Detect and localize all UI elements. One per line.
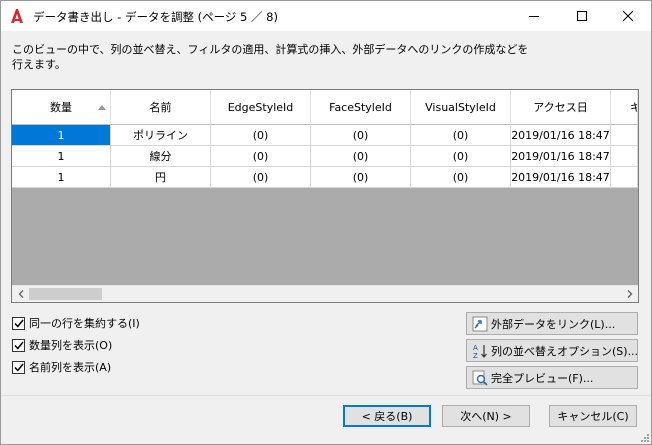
scroll-thumb[interactable] bbox=[29, 288, 102, 300]
svg-text:Z: Z bbox=[473, 352, 478, 359]
back-button[interactable]: < 戻る(B) bbox=[343, 405, 431, 427]
table-cell[interactable] bbox=[611, 167, 638, 188]
button-label: 外部データをリンク(L)... bbox=[491, 317, 616, 331]
sort-az-icon: A Z bbox=[473, 344, 487, 359]
table-cell[interactable]: 線分 bbox=[111, 146, 211, 167]
close-button[interactable] bbox=[605, 1, 651, 31]
checkmark-icon bbox=[13, 319, 24, 328]
window-title: データ書き出し - データを調整 (ページ 5 ／ 8) bbox=[33, 10, 278, 24]
resize-grip-icon[interactable] bbox=[639, 432, 649, 442]
table-cell[interactable]: (0) bbox=[211, 146, 311, 167]
data-grid[interactable]: 数量 名前 EdgeStyleId FaceStyleId VisualStyl… bbox=[11, 89, 639, 303]
sort-options-button[interactable]: A Z 列の並べ替えオプション(S)... bbox=[466, 339, 638, 362]
column-header-facestyleid[interactable]: FaceStyleId bbox=[311, 90, 411, 125]
table-cell[interactable]: (0) bbox=[411, 146, 511, 167]
link-external-data-button[interactable]: 外部データをリンク(L)... bbox=[466, 312, 638, 335]
column-header-label: キ bbox=[630, 99, 637, 115]
minimize-icon bbox=[529, 16, 539, 17]
table-cell[interactable]: 2019/01/16 18:47 bbox=[511, 125, 611, 146]
grid-header: 数量 名前 EdgeStyleId FaceStyleId VisualStyl… bbox=[12, 90, 638, 125]
maximize-icon bbox=[577, 11, 587, 21]
table-cell[interactable]: ポリライン bbox=[111, 125, 211, 146]
table-row[interactable]: 1 円 (0) (0) (0) 2019/01/16 18:47 bbox=[12, 167, 638, 188]
table-cell[interactable]: (0) bbox=[311, 125, 411, 146]
table-cell[interactable]: 2019/01/16 18:47 bbox=[511, 146, 611, 167]
button-label: キャンセル(C) bbox=[557, 410, 629, 423]
table-cell[interactable]: (0) bbox=[211, 125, 311, 146]
footer-divider bbox=[1, 395, 651, 396]
maximize-button[interactable] bbox=[559, 1, 605, 31]
next-button[interactable]: 次へ(N) > bbox=[442, 405, 530, 427]
data-extraction-dialog: データ書き出し - データを調整 (ページ 5 ／ 8) このビューの中で、列の… bbox=[0, 0, 652, 445]
table-cell[interactable]: (0) bbox=[311, 146, 411, 167]
button-label: 次へ(N) > bbox=[460, 410, 512, 423]
checkbox-box[interactable] bbox=[12, 338, 25, 352]
column-header-label: FaceStyleId bbox=[329, 100, 392, 114]
column-header-name[interactable]: 名前 bbox=[111, 90, 211, 125]
chevron-left-icon bbox=[18, 290, 23, 298]
column-header-label: 名前 bbox=[149, 101, 172, 114]
table-cell[interactable] bbox=[611, 125, 638, 146]
link-data-icon bbox=[472, 316, 488, 331]
table-cell[interactable]: 2019/01/16 18:47 bbox=[511, 167, 611, 188]
button-label: 完全プレビュー(F)... bbox=[491, 371, 594, 385]
table-cell[interactable]: 円 bbox=[111, 167, 211, 188]
column-header-label: VisualStyleId bbox=[425, 100, 496, 114]
table-cell[interactable]: 1 bbox=[12, 146, 111, 167]
table-cell[interactable]: 1 bbox=[12, 125, 111, 146]
chevron-right-icon bbox=[627, 290, 632, 298]
minimize-button[interactable] bbox=[511, 1, 557, 31]
checkbox-box[interactable] bbox=[12, 316, 25, 330]
group-rows-checkbox[interactable]: 同一の行を集約する(I) bbox=[12, 315, 140, 331]
autocad-logo-icon bbox=[11, 9, 23, 23]
checkbox-label: 数量列を表示(O) bbox=[29, 339, 113, 352]
checkbox-box[interactable] bbox=[12, 360, 25, 374]
cancel-button[interactable]: キャンセル(C) bbox=[549, 405, 637, 427]
table-cell[interactable]: 1 bbox=[12, 167, 111, 188]
table-cell[interactable]: (0) bbox=[411, 167, 511, 188]
checkmark-icon bbox=[13, 363, 24, 372]
column-header-access-date[interactable]: アクセス日 bbox=[511, 90, 611, 125]
show-count-column-checkbox[interactable]: 数量列を表示(O) bbox=[12, 337, 112, 353]
preview-magnifier-icon bbox=[472, 370, 488, 386]
scroll-right-button[interactable] bbox=[621, 286, 638, 302]
horizontal-scrollbar[interactable] bbox=[12, 285, 638, 302]
button-label: 列の並べ替えオプション(S)... bbox=[491, 344, 639, 358]
table-row[interactable]: 1 ポリライン (0) (0) (0) 2019/01/16 18:47 bbox=[12, 125, 638, 146]
table-cell[interactable]: (0) bbox=[311, 167, 411, 188]
sort-ascending-icon bbox=[98, 105, 106, 110]
column-header-label: アクセス日 bbox=[533, 101, 588, 114]
scroll-left-button[interactable] bbox=[12, 286, 29, 302]
svg-text:A: A bbox=[473, 344, 478, 352]
table-cell[interactable]: (0) bbox=[411, 125, 511, 146]
column-header-visualstyleid[interactable]: VisualStyleId bbox=[411, 90, 511, 125]
table-row[interactable]: 1 線分 (0) (0) (0) 2019/01/16 18:47 bbox=[12, 146, 638, 167]
show-name-column-checkbox[interactable]: 名前列を表示(A) bbox=[12, 359, 111, 375]
column-header-partial[interactable]: キ bbox=[611, 90, 638, 125]
column-header-edgestyleid[interactable]: EdgeStyleId bbox=[211, 90, 311, 125]
checkmark-icon bbox=[13, 341, 24, 350]
title-bar: データ書き出し - データを調整 (ページ 5 ／ 8) bbox=[1, 1, 651, 31]
full-preview-button[interactable]: 完全プレビュー(F)... bbox=[466, 366, 638, 389]
instruction-text: このビューの中で、列の並べ替え、フィルタの適用、計算式の挿入、外部データへのリン… bbox=[12, 43, 529, 71]
close-icon bbox=[623, 11, 633, 21]
column-header-label: 数量 bbox=[50, 101, 72, 114]
button-label: < 戻る(B) bbox=[361, 410, 413, 423]
column-header-label: EdgeStyleId bbox=[227, 100, 294, 114]
column-header-count[interactable]: 数量 bbox=[12, 90, 111, 125]
checkbox-label: 同一の行を集約する(I) bbox=[29, 317, 140, 330]
table-cell[interactable] bbox=[611, 146, 638, 167]
table-cell[interactable]: (0) bbox=[211, 167, 311, 188]
checkbox-label: 名前列を表示(A) bbox=[29, 361, 112, 374]
